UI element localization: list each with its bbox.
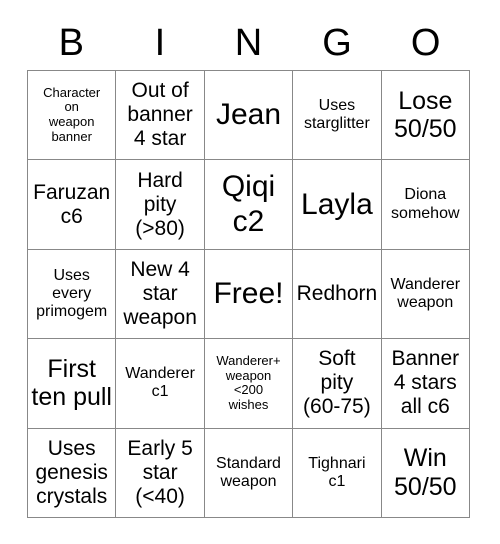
bingo-cell[interactable]: Uses genesis crystals xyxy=(28,428,117,518)
bingo-cell-label: Uses genesis crystals xyxy=(35,436,108,508)
bingo-cell-label: Faruzan c6 xyxy=(33,180,111,228)
bingo-cell[interactable]: First ten pull xyxy=(28,339,117,429)
bingo-cell[interactable]: Banner 4 stars all c6 xyxy=(381,339,470,429)
bingo-cell-label: Wanderer weapon xyxy=(390,275,461,311)
bingo-cell-label: Uses every primogem xyxy=(36,266,108,321)
bingo-card: B I N G O Character on weapon banner Out… xyxy=(0,0,500,544)
bingo-grid: Character on weapon banner Out of banner… xyxy=(27,70,470,518)
bingo-cell-label: Lose 50/50 xyxy=(394,86,457,144)
bingo-cell[interactable]: Tighnari c1 xyxy=(293,428,382,518)
bingo-header-letter-o: O xyxy=(410,22,441,64)
bingo-cell-label: Tighnari c1 xyxy=(308,454,366,490)
bingo-cell[interactable]: Qiqi c2 xyxy=(204,160,294,250)
bingo-cell[interactable]: Standard weapon xyxy=(204,428,294,518)
bingo-cell-label: Win 50/50 xyxy=(394,444,457,501)
bingo-cell[interactable]: Lose 50/50 xyxy=(381,71,470,161)
bingo-cell-label: Qiqi c2 xyxy=(221,170,276,238)
bingo-cell-label: Banner 4 stars all c6 xyxy=(391,347,460,419)
bingo-cell-label: Soft pity (60-75) xyxy=(303,347,371,419)
bingo-cell-label: Layla xyxy=(301,187,373,221)
bingo-cell[interactable]: Win 50/50 xyxy=(381,428,470,518)
bingo-cell[interactable]: Wanderer c1 xyxy=(116,339,205,429)
bingo-header-letter-g: G xyxy=(322,22,352,64)
bingo-cell-free[interactable]: Free! xyxy=(204,249,294,340)
bingo-cell-label: Jean xyxy=(215,98,282,132)
bingo-cell[interactable]: Uses starglitter xyxy=(293,71,382,161)
bingo-cell-label: Diona somehow xyxy=(391,186,460,222)
bingo-cell-label: Redhorn xyxy=(296,282,378,306)
bingo-cell-label: Standard weapon xyxy=(216,454,281,490)
bingo-header-letter-i: I xyxy=(154,22,166,64)
bingo-cell[interactable]: Hard pity (>80) xyxy=(116,160,205,250)
bingo-header-letter-b: B xyxy=(58,22,84,64)
bingo-cell-label: First ten pull xyxy=(31,354,112,412)
bingo-cell-label: Character on weapon banner xyxy=(43,84,101,144)
bingo-cell-label: Free! xyxy=(213,276,284,310)
bingo-cell[interactable]: Wanderer weapon xyxy=(381,249,470,340)
bingo-cell[interactable]: Faruzan c6 xyxy=(28,160,117,250)
bingo-cell[interactable]: Layla xyxy=(293,160,382,250)
bingo-cell[interactable]: Diona somehow xyxy=(381,160,470,250)
bingo-cell-label: Wanderer c1 xyxy=(125,365,195,401)
bingo-cell[interactable]: Wanderer+ weapon <200 wishes xyxy=(204,339,294,429)
bingo-cell-label: Out of banner 4 star xyxy=(127,79,193,151)
bingo-cell[interactable]: Redhorn xyxy=(293,249,382,340)
bingo-cell-label: Wanderer+ weapon <200 wishes xyxy=(216,352,281,413)
bingo-header-letter-n: N xyxy=(234,22,263,64)
bingo-cell[interactable]: Character on weapon banner xyxy=(28,71,117,161)
bingo-header-row: B I N G O xyxy=(27,18,470,68)
bingo-cell[interactable]: Jean xyxy=(204,71,294,161)
bingo-cell-label: Uses starglitter xyxy=(303,96,370,133)
bingo-cell[interactable]: Early 5 star (<40) xyxy=(116,428,205,518)
bingo-cell[interactable]: New 4 star weapon xyxy=(116,249,205,340)
bingo-cell[interactable]: Out of banner 4 star xyxy=(116,71,205,161)
bingo-cell-label: Hard pity (>80) xyxy=(135,168,185,240)
bingo-cell[interactable]: Uses every primogem xyxy=(28,249,117,340)
bingo-cell-label: New 4 star weapon xyxy=(123,258,197,329)
bingo-cell-label: Early 5 star (<40) xyxy=(127,436,193,508)
bingo-cell[interactable]: Soft pity (60-75) xyxy=(293,339,382,429)
